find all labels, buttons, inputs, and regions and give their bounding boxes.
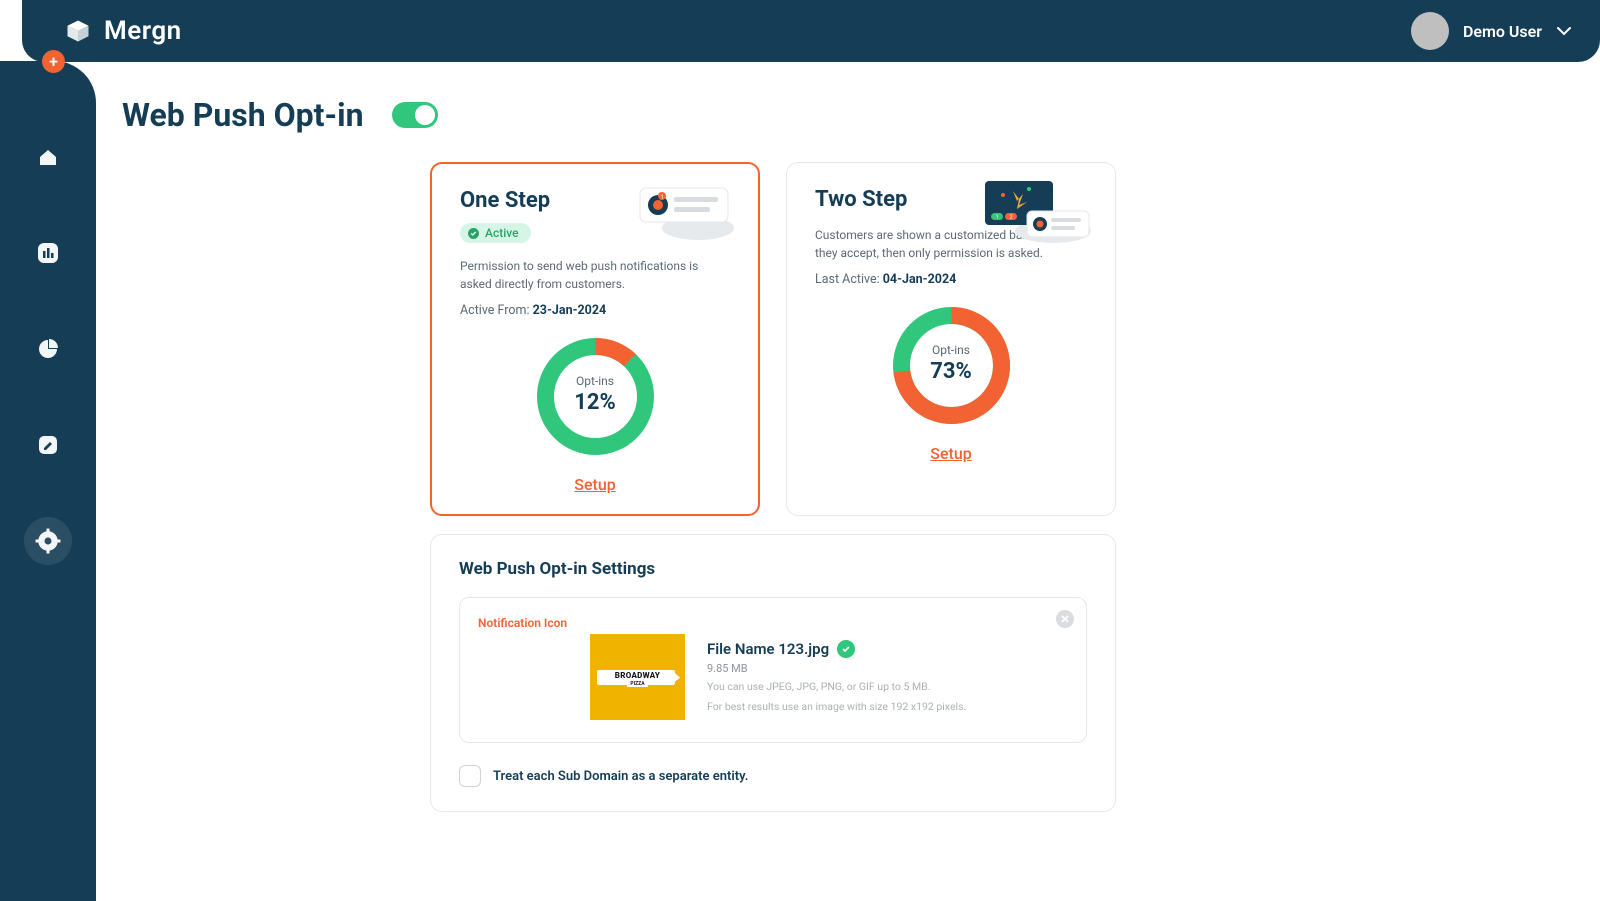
file-hint-2: For best results use an image with size …	[707, 699, 966, 715]
home-icon	[36, 145, 60, 169]
check-icon	[468, 228, 479, 239]
settings-title: Web Push Opt-in Settings	[459, 559, 1087, 579]
gear-icon	[35, 528, 61, 554]
two-step-date: Last Active: 04-Jan-2024	[815, 272, 1087, 287]
chevron-down-icon	[1556, 26, 1572, 36]
upload-success-icon	[837, 640, 855, 658]
step-cards: 1 One Step Active Permission to send web…	[430, 162, 1560, 516]
add-button[interactable]: +	[42, 50, 65, 73]
main-content: Web Push Opt-in 1 One Step Ac	[96, 62, 1600, 900]
two-step-setup-link[interactable]: Setup	[815, 444, 1087, 463]
sidebar-item-reports[interactable]	[24, 325, 72, 373]
notification-icon-box: Notification Icon BROADWAY PIZZA File Na…	[459, 597, 1087, 743]
user-menu[interactable]: Demo User	[1411, 12, 1572, 50]
sidebar-item-editor[interactable]	[24, 421, 72, 469]
two-step-card[interactable]: 1 2 Two Step Customers are shown a custo…	[786, 162, 1116, 516]
one-step-card[interactable]: 1 One Step Active Permission to send web…	[430, 162, 760, 516]
file-size: 9.85 MB	[707, 662, 966, 675]
enable-toggle[interactable]	[392, 102, 438, 128]
one-step-date: Active From: 23-Jan-2024	[460, 303, 730, 318]
file-name: File Name 123.jpg	[707, 640, 829, 658]
svg-text:1: 1	[995, 215, 998, 221]
sidebar-item-analytics[interactable]	[24, 229, 72, 277]
user-name: Demo User	[1463, 22, 1542, 41]
page-header: Web Push Opt-in	[122, 96, 1560, 134]
pie-chart-icon	[36, 337, 60, 361]
subdomain-option: Treat each Sub Domain as a separate enti…	[459, 765, 1087, 787]
avatar	[1411, 12, 1449, 50]
brand-logo[interactable]: Mergn	[64, 16, 182, 46]
two-step-illustration: 1 2	[977, 177, 1095, 251]
two-step-chart: Opt-ins 73%	[815, 303, 1087, 428]
header-bar: Mergn Demo User	[22, 0, 1600, 62]
one-step-chart: Opt-ins 12%	[460, 334, 730, 459]
sidebar-item-settings[interactable]	[24, 517, 72, 565]
icon-thumbnail: BROADWAY PIZZA	[590, 634, 685, 720]
svg-text:1: 1	[660, 194, 663, 201]
settings-card: Web Push Opt-in Settings Notification Ic…	[430, 534, 1116, 812]
sidebar-item-home[interactable]	[24, 133, 72, 181]
svg-text:2: 2	[1009, 215, 1012, 221]
brand-name: Mergn	[104, 16, 182, 46]
bar-chart-icon	[36, 241, 60, 265]
active-badge: Active	[460, 223, 531, 243]
subdomain-checkbox[interactable]	[459, 765, 481, 787]
one-step-illustration: 1	[628, 178, 738, 246]
file-hint-1: You can use JPEG, JPG, PNG, or GIF up to…	[707, 679, 966, 695]
brand-logo-icon	[64, 17, 92, 45]
one-step-desc: Permission to send web push notification…	[460, 257, 730, 293]
pencil-icon	[36, 433, 60, 457]
subdomain-label: Treat each Sub Domain as a separate enti…	[493, 769, 748, 784]
remove-file-button[interactable]	[1056, 610, 1074, 628]
sidebar: +	[0, 61, 96, 901]
notification-icon-label: Notification Icon	[478, 616, 1068, 630]
page-title: Web Push Opt-in	[122, 96, 364, 134]
one-step-setup-link[interactable]: Setup	[460, 475, 730, 494]
